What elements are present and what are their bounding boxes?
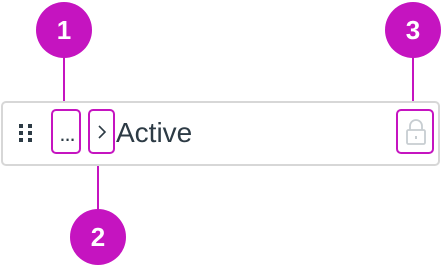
expand-button[interactable]	[88, 109, 115, 154]
callout-3-badge: 3	[385, 2, 441, 58]
row-title: Active	[116, 117, 193, 148]
drag-handle-icon[interactable]	[16, 121, 38, 145]
more-options-label: ...	[59, 121, 75, 146]
chevron-right-icon	[98, 125, 107, 139]
lock-icon	[406, 119, 426, 145]
lock-button[interactable]	[396, 109, 434, 154]
list-row: ... Active	[1, 101, 440, 166]
callout-2-badge: 2	[70, 209, 126, 265]
callout-1-badge: 1	[36, 2, 92, 58]
more-options-button[interactable]: ...	[51, 109, 81, 154]
